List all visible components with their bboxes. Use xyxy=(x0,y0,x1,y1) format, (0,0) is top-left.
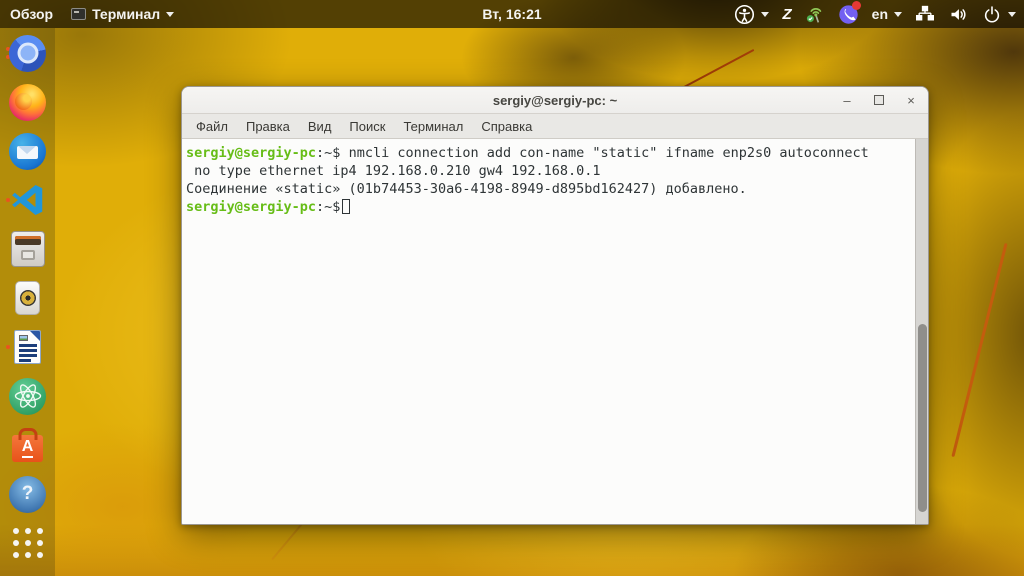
show-applications-button[interactable] xyxy=(5,524,51,562)
dock-item-vscode[interactable] xyxy=(5,181,51,219)
terminal-line-4: sergiy@sergiy-pc:~$ xyxy=(186,198,912,216)
wired-network-icon xyxy=(915,4,935,24)
accessibility-menu[interactable] xyxy=(734,4,770,25)
dock-item-help[interactable]: ? xyxy=(5,475,51,513)
terminal-line-3: Соединение «static» (01b74453-30a6-4198-… xyxy=(186,181,747,197)
terminal-line-1: sergiy@sergiy-pc:~$ nmcli connection add… xyxy=(186,145,869,161)
volume-icon xyxy=(948,4,969,25)
terminal-window: sergiy@sergiy-pc: ~ – × Файл Правка Вид … xyxy=(181,86,929,525)
power-menu[interactable] xyxy=(982,4,1016,24)
help-icon: ? xyxy=(9,475,46,513)
top-bar: Обзор Терминал Вт, 16:21 Z en xyxy=(0,0,1024,28)
file-cabinet-icon xyxy=(10,231,45,267)
thunderbird-icon xyxy=(9,132,46,170)
activities-button[interactable]: Обзор xyxy=(10,6,53,22)
dock: A ? xyxy=(0,28,55,576)
menu-bar: Файл Правка Вид Поиск Терминал Справка xyxy=(182,114,928,139)
network-signal-icon xyxy=(805,4,825,24)
dock-item-firefox[interactable] xyxy=(5,83,51,121)
maximize-button[interactable] xyxy=(874,95,884,105)
vscode-icon xyxy=(11,185,42,215)
menu-search[interactable]: Поиск xyxy=(341,117,393,136)
dock-item-libreoffice-writer[interactable] xyxy=(5,328,51,366)
accessibility-icon xyxy=(734,4,755,25)
running-indicator xyxy=(5,345,10,349)
zoom-app-icon: Z xyxy=(782,5,792,23)
show-applications-icon xyxy=(12,528,43,558)
dock-item-chromium[interactable] xyxy=(5,34,51,72)
window-title: sergiy@sergiy-pc: ~ xyxy=(492,92,618,108)
software-store-icon: A xyxy=(12,434,43,462)
zoom-app-indicator[interactable]: Z xyxy=(782,6,791,23)
window-titlebar[interactable]: sergiy@sergiy-pc: ~ – × xyxy=(182,87,928,114)
menu-help[interactable]: Справка xyxy=(473,117,540,136)
language-indicator[interactable]: en xyxy=(872,6,902,22)
chromium-icon xyxy=(9,34,46,72)
viber-indicator[interactable] xyxy=(838,0,861,25)
volume-indicator[interactable] xyxy=(948,4,969,25)
power-icon xyxy=(982,4,1002,24)
libreoffice-writer-icon xyxy=(14,330,41,364)
close-button[interactable]: × xyxy=(904,94,918,107)
chevron-down-icon xyxy=(1008,11,1016,17)
firefox-icon xyxy=(9,83,46,121)
dock-item-atom[interactable] xyxy=(5,377,51,415)
wallpaper-leaf-vein xyxy=(951,242,1008,458)
app-menu-terminal[interactable]: Терминал xyxy=(71,6,175,22)
chevron-down-icon xyxy=(894,11,902,17)
terminal-screen[interactable]: sergiy@sergiy-pc:~$ nmcli connection add… xyxy=(182,139,928,524)
terminal-cursor xyxy=(342,199,351,214)
terminal-icon xyxy=(71,8,87,20)
language-label: en xyxy=(871,6,888,22)
dock-item-speaker-app[interactable] xyxy=(5,279,51,317)
menu-edit[interactable]: Правка xyxy=(238,117,298,136)
minimize-button[interactable]: – xyxy=(840,94,854,107)
atom-icon xyxy=(9,377,46,415)
wired-network-indicator[interactable] xyxy=(915,4,935,24)
network-signal-indicator[interactable] xyxy=(805,4,825,24)
chevron-down-icon xyxy=(166,11,175,17)
menu-view[interactable]: Вид xyxy=(300,117,340,136)
chevron-down-icon xyxy=(761,11,770,17)
dock-item-software-store[interactable]: A xyxy=(5,426,51,464)
menu-terminal[interactable]: Терминал xyxy=(395,117,471,136)
terminal-line-2: no type ethernet ip4 192.168.0.210 gw4 1… xyxy=(186,163,601,179)
scrollbar-thumb[interactable] xyxy=(917,323,927,513)
notification-badge xyxy=(851,0,861,10)
scrollbar[interactable] xyxy=(915,139,928,524)
menu-file[interactable]: Файл xyxy=(188,117,236,136)
running-indicator xyxy=(5,198,10,202)
app-menu-label: Терминал xyxy=(92,6,161,22)
dock-item-file-cabinet[interactable] xyxy=(5,230,51,268)
speaker-app-icon xyxy=(15,281,40,315)
dock-item-thunderbird[interactable] xyxy=(5,132,51,170)
